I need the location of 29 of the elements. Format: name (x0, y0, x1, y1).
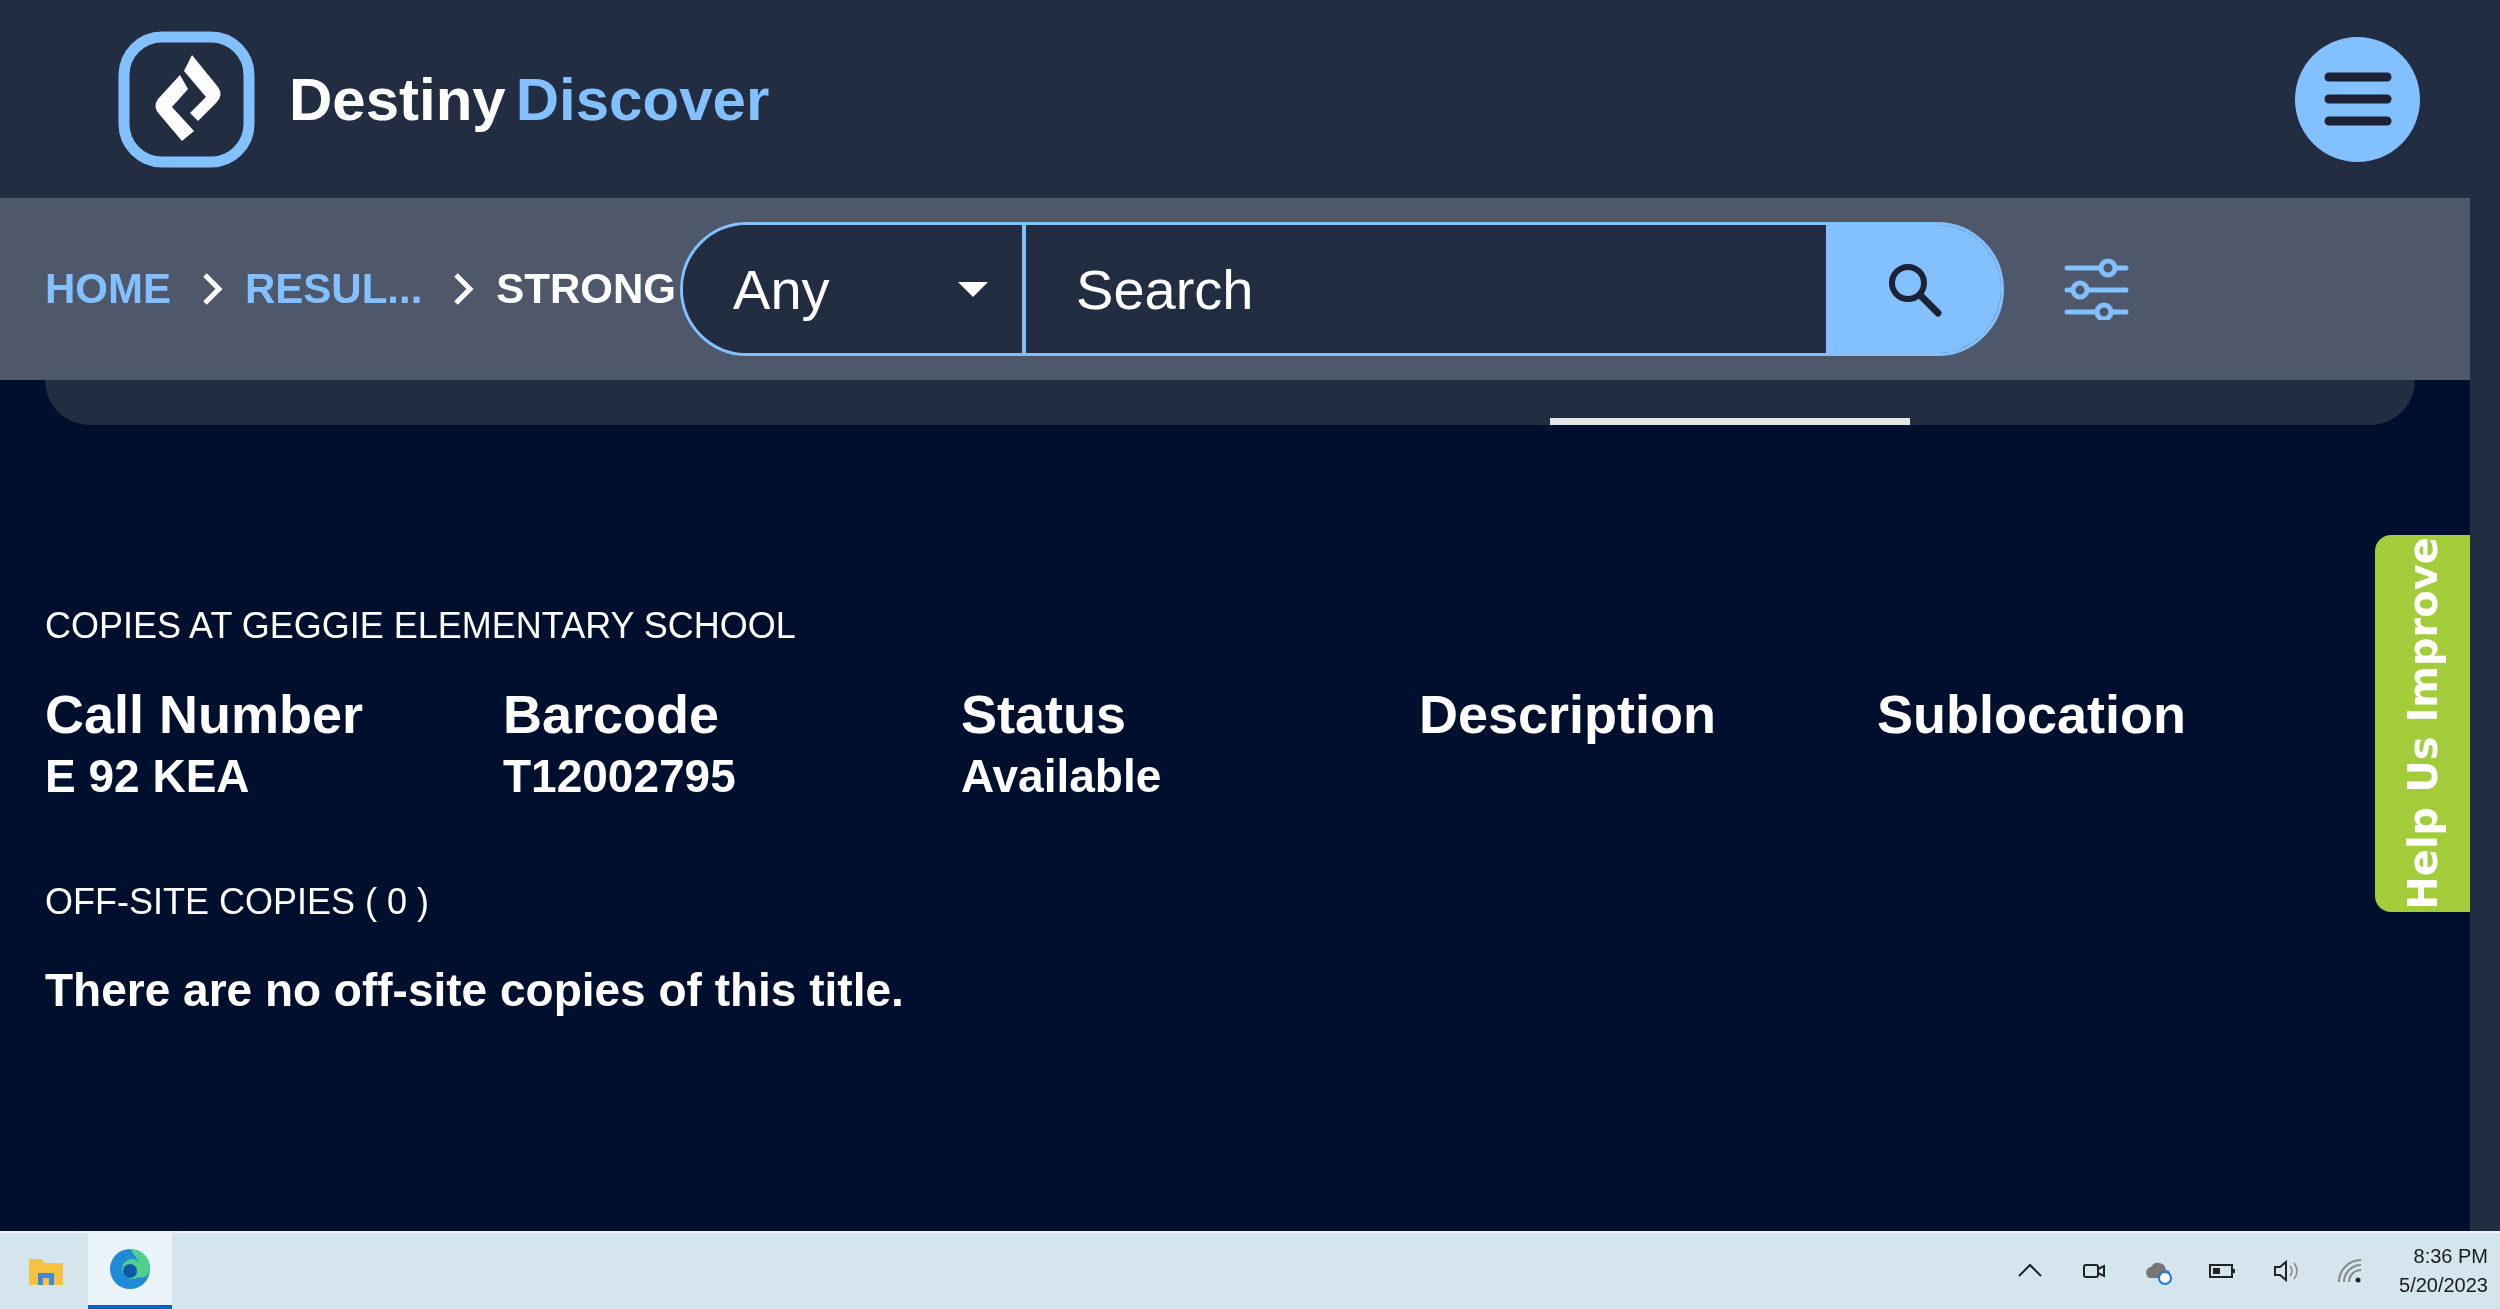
column-heading: Sublocation (1877, 683, 2187, 745)
column-heading: Barcode (503, 683, 721, 745)
chevron-icon (201, 271, 223, 307)
caret-icon (958, 281, 989, 297)
filter-button[interactable] (2064, 258, 2131, 320)
menu-icon (2322, 71, 2393, 127)
clock-time: 8:36 PM (2413, 1245, 2488, 1268)
column-heading: Call Number (45, 683, 365, 745)
breadcrumb-link[interactable]: RESUL... (245, 265, 423, 313)
column-heading: Status (961, 683, 1128, 745)
brand-name: Destiny (289, 64, 506, 134)
column-value: E 92 KEA (45, 749, 251, 803)
column-value: Available (961, 749, 1163, 803)
scope-dropdown[interactable]: Any (683, 225, 1027, 353)
chevron-icon (452, 271, 475, 307)
breadcrumb-link[interactable]: STRONG (496, 265, 677, 313)
empty-message: There are no off-site copies of this title. (45, 963, 905, 1017)
browser-icon[interactable] (88, 1233, 172, 1309)
section-title: COPIES AT GEGGIE ELEMENTARY SCHOOL (45, 605, 797, 647)
sliders-icon (2064, 258, 2131, 320)
search-button[interactable] (1826, 225, 2002, 353)
clock-date: 5/20/2023 (2399, 1274, 2488, 1297)
section-title: OFF-SITE COPIES ( 0 ) (45, 881, 431, 923)
column-heading: Description (1419, 683, 1718, 745)
column-value: T12002795 (503, 749, 737, 803)
breadcrumb-link[interactable]: HOME (45, 265, 171, 313)
search-field[interactable]: Search (1026, 225, 1827, 353)
logo-icon (118, 30, 255, 168)
brand-name: Discover (515, 64, 770, 134)
